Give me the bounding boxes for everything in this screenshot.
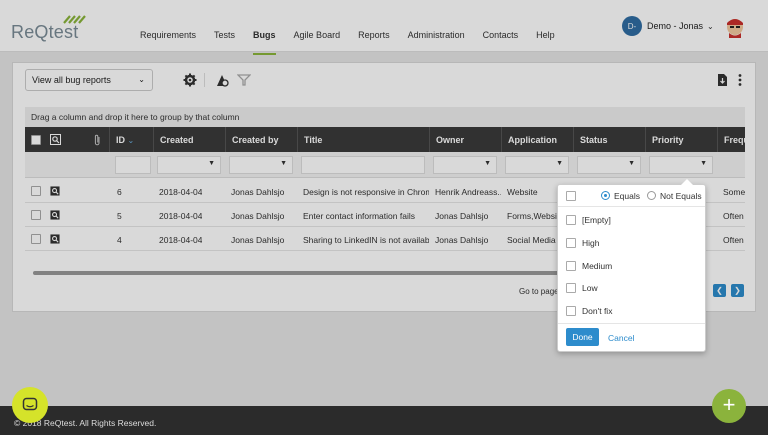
equals-label: Equals bbox=[614, 191, 640, 201]
popup-divider bbox=[558, 323, 705, 324]
done-button[interactable]: Done bbox=[566, 328, 599, 346]
not-equals-label: Not Equals bbox=[660, 191, 702, 201]
not-equals-radio[interactable] bbox=[647, 191, 656, 200]
chat-icon bbox=[22, 397, 38, 411]
option-checkbox[interactable] bbox=[566, 215, 576, 225]
option-label: Low bbox=[582, 283, 598, 293]
chat-button[interactable] bbox=[12, 387, 48, 423]
option-label: [Empty] bbox=[582, 215, 611, 225]
select-all-options-checkbox[interactable] bbox=[566, 191, 576, 201]
option-checkbox[interactable] bbox=[566, 306, 576, 316]
equals-radio[interactable] bbox=[601, 191, 610, 200]
footer: © 2018 ReQtest. All Rights Reserved. bbox=[0, 406, 768, 435]
option-label: High bbox=[582, 238, 600, 248]
filter-mode-row: Equals Not Equals bbox=[558, 185, 705, 207]
plus-icon: + bbox=[722, 392, 736, 417]
priority-filter-popup: Equals Not Equals [Empty] High Medium Lo… bbox=[557, 179, 706, 352]
option-checkbox[interactable] bbox=[566, 261, 576, 271]
option-checkbox[interactable] bbox=[566, 238, 576, 248]
option-label: Medium bbox=[582, 261, 613, 271]
add-bug-button[interactable]: + bbox=[712, 389, 746, 423]
option-checkbox[interactable] bbox=[566, 283, 576, 293]
cancel-button[interactable]: Cancel bbox=[608, 333, 634, 343]
option-label: Don't fix bbox=[582, 306, 613, 316]
